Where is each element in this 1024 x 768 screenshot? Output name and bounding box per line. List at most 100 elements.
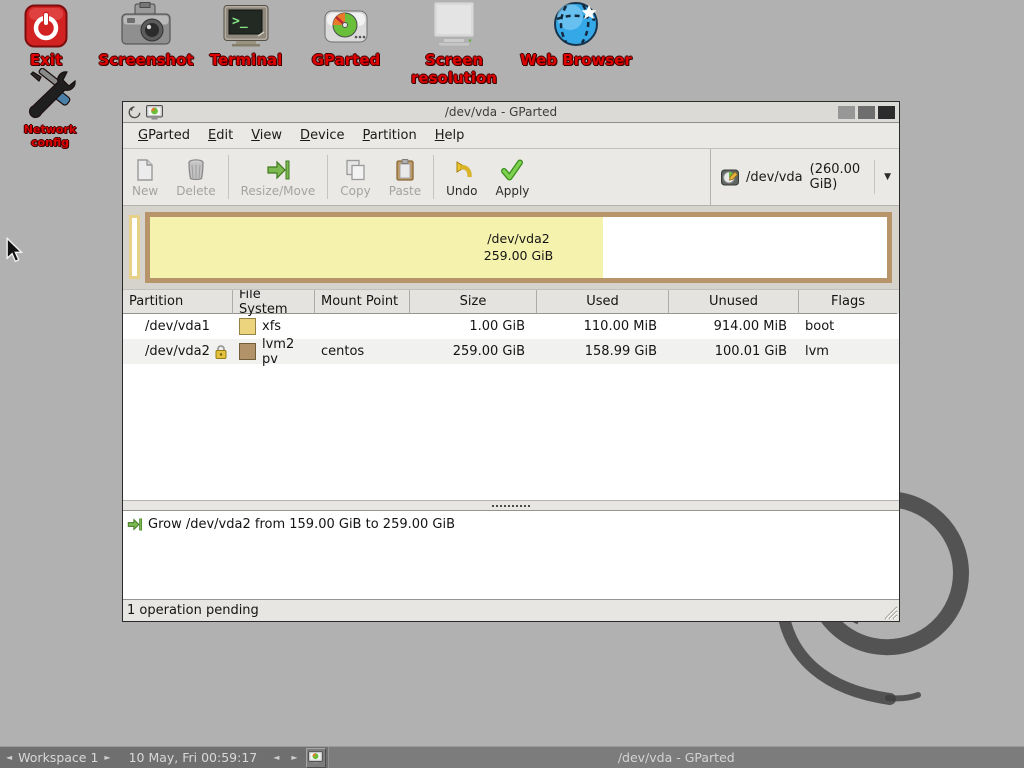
cell-partition: /dev/vda2 (123, 339, 233, 364)
undo-button[interactable]: Undo (437, 149, 486, 205)
table-row-vda2[interactable]: /dev/vda2 lvm2 pv centos 259.00 GiB 158.… (123, 339, 899, 364)
delete-button[interactable]: Delete (167, 149, 224, 205)
header-partition[interactable]: Partition (123, 290, 233, 314)
operations-pane: Grow /dev/vda2 from 159.00 GiB to 259.00… (123, 510, 899, 600)
power-icon (24, 4, 68, 48)
taskbar-task-title: /dev/vda - GParted (618, 750, 735, 765)
cell-mountpoint: centos (315, 339, 410, 364)
harddisk-gauge-icon (322, 4, 370, 48)
desktop: Exit Screenshot >_ Terminal (0, 0, 1024, 768)
taskbar: ◄ Workspace 1 ► 10 May, Fri 00:59:17 ◄ ►… (0, 746, 1024, 768)
cell-flags: boot (799, 314, 897, 339)
workspace-label[interactable]: Workspace 1 (18, 750, 98, 765)
fs-color-swatch (239, 318, 256, 335)
desktop-icon-screen-resolution[interactable]: Screen resolution (384, 0, 524, 87)
lock-icon (215, 344, 227, 359)
visual-partition-vda1[interactable] (129, 215, 140, 279)
desktop-icon-label: Network config (8, 123, 92, 149)
operation-item[interactable]: Grow /dev/vda2 from 159.00 GiB to 259.00… (127, 517, 895, 532)
cell-used: 110.00 MiB (537, 314, 669, 339)
grow-operation-icon (127, 517, 142, 532)
splitter-handle (492, 505, 530, 507)
resize-grip[interactable] (883, 605, 898, 620)
header-filesystem[interactable]: File System (233, 290, 315, 314)
resize-move-button[interactable]: Resize/Move (232, 149, 325, 205)
resize-move-icon (266, 158, 290, 182)
gparted-mini-icon (308, 751, 323, 764)
toolbar-separator (327, 155, 328, 199)
cell-filesystem: xfs (233, 314, 315, 339)
visual-partition-label: /dev/vda2 259.00 GiB (150, 217, 887, 278)
taskbar-app-icon[interactable] (306, 748, 326, 768)
maximize-button[interactable] (858, 106, 875, 119)
cell-used: 158.99 GiB (537, 339, 669, 364)
desktop-icon-label: Screenshot (96, 51, 196, 69)
gparted-app-icon (146, 105, 163, 120)
desktop-icon-exit[interactable]: Exit (12, 4, 80, 69)
header-unused[interactable]: Unused (669, 290, 799, 314)
tasklist-prev-icon[interactable]: ◄ (267, 748, 285, 768)
header-mountpoint[interactable]: Mount Point (315, 290, 410, 314)
table-header: Partition File System Mount Point Size U… (123, 290, 899, 314)
workspace-next-icon[interactable]: ► (98, 748, 116, 768)
toolbar-separator (228, 155, 229, 199)
desktop-icon-screenshot[interactable]: Screenshot (96, 2, 196, 69)
pane-splitter[interactable] (123, 500, 899, 510)
cell-mountpoint (315, 314, 410, 339)
menu-device[interactable]: Device (291, 124, 353, 148)
menu-help[interactable]: Help (426, 124, 474, 148)
desktop-icon-label: Web Browser (510, 51, 642, 69)
statusbar: 1 operation pending (123, 600, 899, 621)
desktop-icon-label: Terminal (198, 51, 294, 69)
cell-size: 1.00 GiB (410, 314, 537, 339)
taskbar-task-button[interactable]: /dev/vda - GParted (328, 747, 1024, 768)
apply-check-icon (500, 158, 524, 182)
statusbar-text: 1 operation pending (127, 603, 259, 618)
desktop-icon-gparted[interactable]: GParted (300, 4, 392, 69)
undo-icon (450, 158, 474, 182)
close-button[interactable] (878, 106, 895, 119)
paste-icon (393, 158, 417, 182)
cell-flags: lvm (799, 339, 897, 364)
camera-icon (120, 2, 172, 48)
desktop-icon-label: Exit (12, 51, 80, 69)
copy-icon (344, 158, 368, 182)
menu-edit[interactable]: Edit (199, 124, 242, 148)
menu-gparted[interactable]: GParted (129, 124, 199, 148)
device-size: (260.00 GiB) (810, 162, 868, 192)
table-row-vda1[interactable]: /dev/vda1 xfs 1.00 GiB 110.00 MiB 914.00… (123, 314, 899, 339)
new-button[interactable]: New (123, 149, 167, 205)
toolbar-separator (433, 155, 434, 199)
gparted-window: /dev/vda - GParted GParted Edit View Dev… (122, 101, 900, 622)
desktop-icon-label: GParted (300, 51, 392, 69)
paste-button[interactable]: Paste (380, 149, 430, 205)
terminal-icon: >_ (222, 4, 270, 48)
visual-partition-vda2[interactable]: /dev/vda2 259.00 GiB (145, 212, 892, 283)
workspace-prev-icon[interactable]: ◄ (0, 748, 18, 768)
tasklist-next-icon[interactable]: ► (285, 748, 303, 768)
desktop-icon-terminal[interactable]: >_ Terminal (198, 4, 294, 69)
desktop-icon-network-config[interactable]: Network config (8, 68, 92, 149)
device-selector[interactable]: /dev/vda (260.00 GiB) ▼ (710, 149, 899, 205)
menu-view[interactable]: View (242, 124, 291, 148)
cell-partition: /dev/vda1 (123, 314, 233, 339)
copy-button[interactable]: Copy (331, 149, 379, 205)
device-path: /dev/vda (746, 170, 803, 185)
apply-button[interactable]: Apply (487, 149, 539, 205)
chevron-down-icon[interactable]: ▼ (882, 172, 893, 182)
desktop-icon-web-browser[interactable]: Web Browser (510, 0, 642, 69)
titlebar[interactable]: /dev/vda - GParted (123, 102, 899, 123)
cell-size: 259.00 GiB (410, 339, 537, 364)
desktop-icon-label: Screen resolution (384, 51, 524, 87)
minimize-button[interactable] (838, 106, 855, 119)
menu-partition[interactable]: Partition (354, 124, 426, 148)
header-flags[interactable]: Flags (799, 290, 897, 314)
fs-color-swatch (239, 343, 256, 360)
header-size[interactable]: Size (410, 290, 537, 314)
cell-unused: 100.01 GiB (669, 339, 799, 364)
svg-text:>_: >_ (232, 14, 248, 29)
header-used[interactable]: Used (537, 290, 669, 314)
disk-visual-bar: /dev/vda2 259.00 GiB (123, 206, 899, 290)
tools-icon (23, 68, 77, 120)
window-menu-swirl-icon[interactable] (127, 105, 142, 120)
